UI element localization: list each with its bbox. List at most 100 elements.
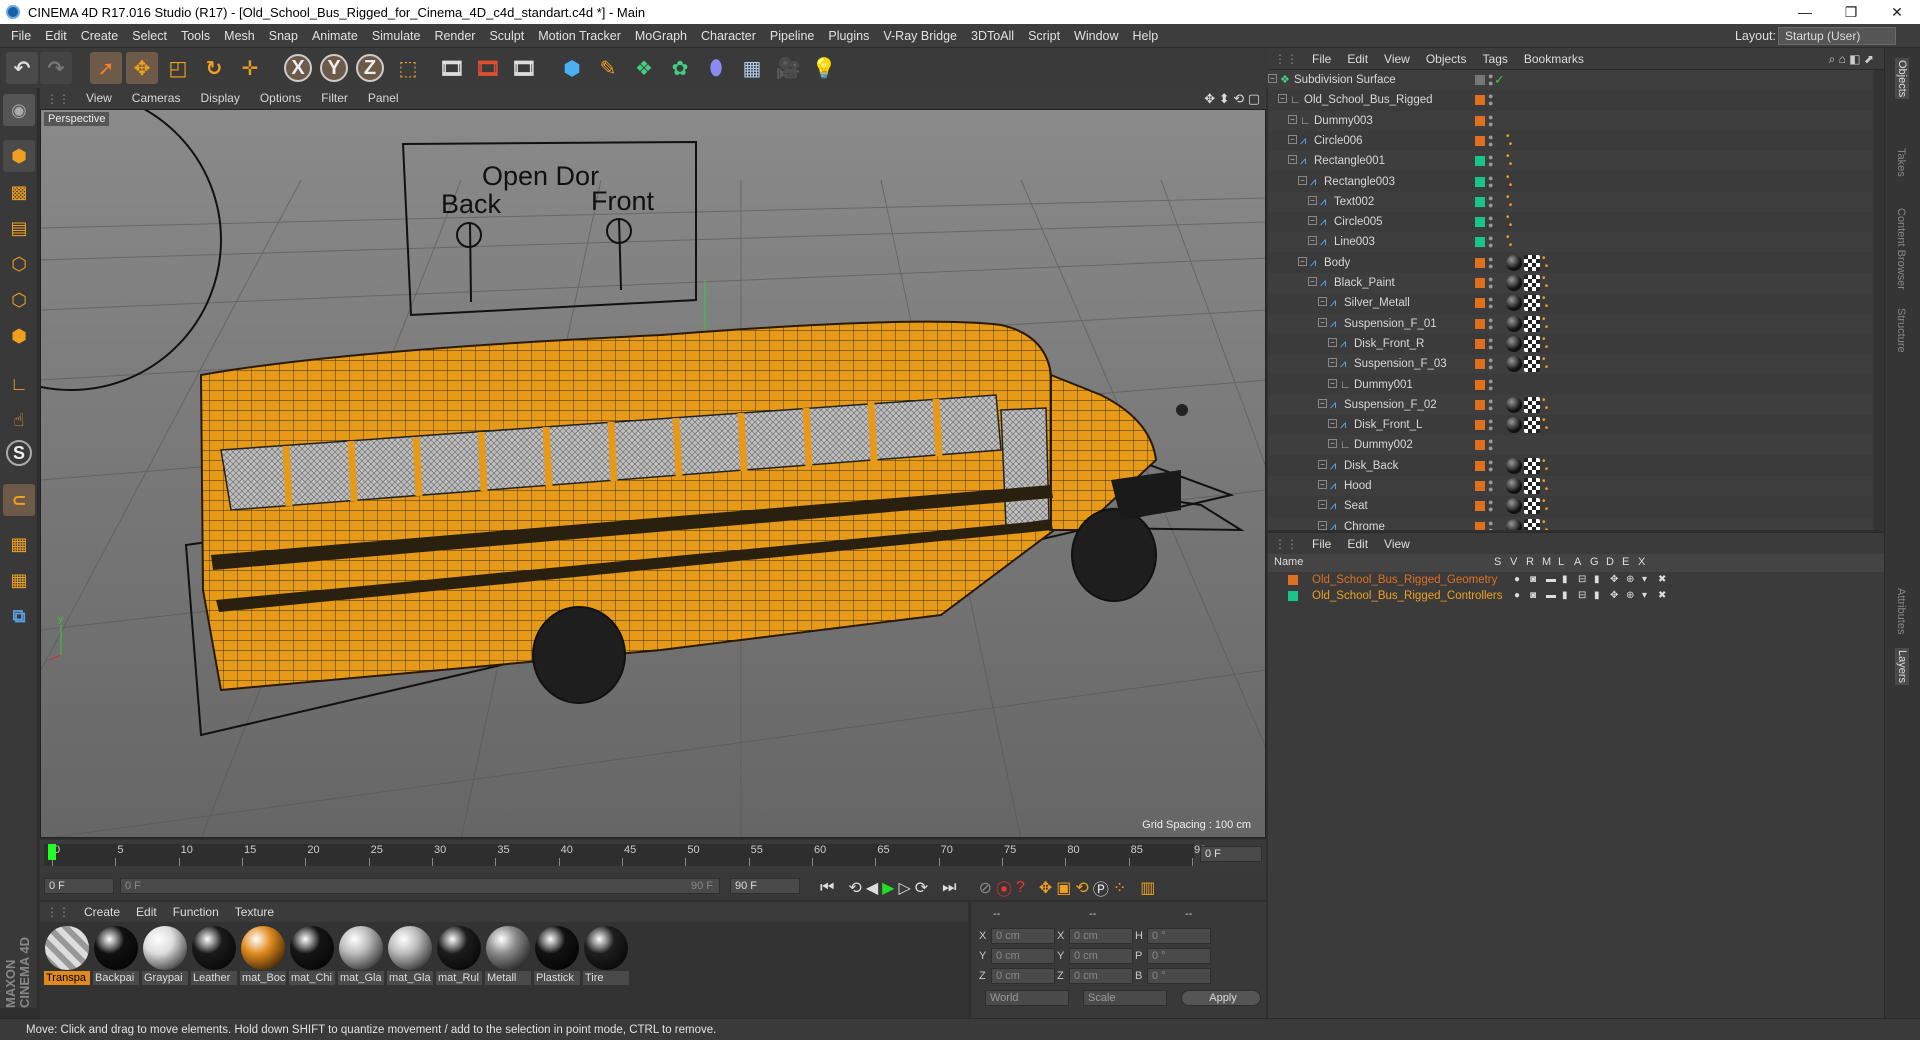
coordinate-mode-select[interactable]: World (985, 990, 1069, 1006)
object-row[interactable]: − ⩘ Rectangle003 ● ● • • (1268, 171, 1872, 192)
expand-toggle-icon[interactable]: − (1308, 277, 1317, 286)
side-tab-attributes[interactable]: Attributes (1895, 588, 1907, 634)
menu-tools[interactable]: Tools (174, 24, 217, 48)
snap-icon[interactable]: S (6, 440, 32, 466)
material-menu-function[interactable]: Function (165, 905, 227, 919)
material-menu-texture[interactable]: Texture (227, 905, 282, 919)
layer-toggle-icon[interactable]: ✖ (1658, 572, 1666, 588)
visibility-dots-icon[interactable]: ● ● (1488, 396, 1496, 412)
object-row[interactable]: − ⩘ Hood ● ● • • (1268, 476, 1872, 496)
visibility-dots-icon[interactable]: ● ● (1488, 478, 1496, 494)
edges-mode-icon[interactable]: ⬡ (3, 284, 35, 316)
magnet-icon[interactable]: ⊂ (3, 484, 35, 516)
maximize-button[interactable]: ❐ (1828, 0, 1874, 24)
coordinate-system-icon[interactable]: ⬚ (392, 52, 424, 84)
layer-column-a[interactable]: A (1574, 556, 1581, 568)
expand-toggle-icon[interactable]: − (1328, 419, 1337, 429)
object-menu-bookmarks[interactable]: Bookmarks (1516, 48, 1592, 70)
coordinate-value-field[interactable]: 0 cm (991, 968, 1055, 984)
material-tag-icon[interactable] (1506, 478, 1522, 494)
uvw-tag-icon[interactable] (1524, 478, 1540, 494)
object-row[interactable]: − ⩘ Suspension_F_01 ● ● • • (1268, 313, 1872, 334)
viewport-menu-filter[interactable]: Filter (311, 88, 358, 109)
uvw-tag-icon[interactable] (1524, 356, 1540, 373)
material-tag-icon[interactable] (1506, 356, 1522, 373)
texture-mode-icon[interactable]: ▩ (3, 176, 35, 208)
key-parameter-icon[interactable]: Ⓟ (1093, 876, 1109, 900)
phong-tag-icon[interactable]: • • (1542, 334, 1558, 352)
object-menu-objects[interactable]: Objects (1418, 48, 1475, 70)
axis-mode-icon[interactable]: ∟ (3, 368, 35, 400)
material-tag-icon[interactable] (1506, 335, 1522, 352)
layer-column-x[interactable]: X (1638, 556, 1645, 568)
layer-toggle-icon[interactable]: ▮ (1562, 588, 1568, 604)
undo-icon[interactable]: ↶ (6, 52, 38, 84)
object-row[interactable]: − ⩘ Circle005 ● ● • • (1268, 212, 1872, 233)
xpresso-tag-icon[interactable]: • • (1506, 152, 1522, 170)
visibility-dots-icon[interactable]: ● ● (1488, 518, 1496, 530)
object-row[interactable]: − ⩘ Suspension_F_02 ● ● • • (1268, 394, 1872, 415)
menu-character[interactable]: Character (694, 24, 763, 48)
expand-toggle-icon[interactable]: − (1328, 439, 1337, 449)
y-axis-lock-button[interactable]: Y (320, 54, 348, 82)
expand-toggle-icon[interactable]: − (1288, 134, 1297, 144)
visibility-dots-icon[interactable]: ● ● (1488, 437, 1496, 453)
menu-v-ray-bridge[interactable]: V-Ray Bridge (876, 24, 964, 48)
visibility-dots-icon[interactable]: ● ● (1488, 112, 1496, 128)
viewport-menu-options[interactable]: Options (250, 88, 311, 109)
next-frame-icon[interactable]: ▷ (898, 878, 910, 898)
object-menu-tags[interactable]: Tags (1475, 48, 1516, 70)
expand-toggle-icon[interactable]: − (1318, 520, 1327, 530)
layer-toggle-icon[interactable]: ⊕ (1626, 572, 1634, 588)
material-tag-icon[interactable] (1506, 518, 1522, 530)
layer-color-swatch[interactable] (1475, 481, 1485, 491)
layer-toggle-icon[interactable]: ⊕ (1626, 588, 1634, 604)
cube-primitive-icon[interactable]: ⬢ (556, 52, 588, 84)
visibility-dots-icon[interactable]: ● ● (1488, 275, 1496, 291)
apply-button[interactable]: Apply (1181, 990, 1261, 1006)
layer-color-swatch[interactable] (1475, 379, 1485, 390)
menu-mograph[interactable]: MoGraph (628, 24, 694, 48)
layer-toggle-icon[interactable]: ◙ (1530, 572, 1536, 588)
layer-row[interactable]: Old_School_Bus_Rigged_Controllers ● ◙ ▬ ▮ ⊟ ▮ ✥… (1268, 588, 1884, 604)
viewport-menu-view[interactable]: View (76, 88, 122, 109)
phong-tag-icon[interactable]: • • (1542, 395, 1558, 413)
pen-spline-icon[interactable]: ✎ (592, 52, 624, 84)
record-keys-icon[interactable]: ⊘ (979, 878, 992, 898)
visibility-dots-icon[interactable]: ● ● (1488, 173, 1496, 189)
phong-tag-icon[interactable]: • • (1542, 355, 1558, 373)
x-axis-lock-button[interactable]: X (284, 54, 312, 82)
layer-column-e[interactable]: E (1622, 556, 1629, 568)
frame-range-slider[interactable]: 0 F 90 F (120, 878, 720, 894)
object-menu-edit[interactable]: Edit (1339, 48, 1376, 70)
uvw-tag-icon[interactable] (1524, 396, 1540, 413)
menu-script[interactable]: Script (1021, 24, 1067, 48)
menu-simulate[interactable]: Simulate (365, 24, 428, 48)
key-position-icon[interactable]: ✥ (1039, 878, 1052, 898)
render-picture-viewer-icon[interactable]: 🎞 (472, 52, 504, 84)
camera-icon[interactable]: 🎥 (772, 52, 804, 84)
uvw-tag-icon[interactable] (1524, 498, 1540, 515)
material-swatch[interactable]: Metall (485, 926, 531, 986)
layer-column-d[interactable]: D (1606, 556, 1614, 568)
expand-toggle-icon[interactable]: − (1328, 358, 1337, 368)
expand-toggle-icon[interactable]: − (1318, 480, 1327, 489)
material-swatch[interactable]: Leather (191, 926, 237, 986)
material-swatch[interactable]: mat_Chi (289, 926, 335, 986)
layer-color-swatch[interactable] (1475, 359, 1485, 370)
material-swatch[interactable]: mat_Rul (436, 926, 482, 986)
object-row[interactable]: − ⩘ Seat ● ● • • (1268, 496, 1872, 517)
play-icon[interactable]: ▶ (882, 878, 894, 898)
object-row[interactable]: − ∟ Dummy002 ● ● (1268, 435, 1872, 456)
uvw-tag-icon[interactable] (1524, 518, 1540, 530)
menu-file[interactable]: File (4, 24, 38, 48)
redo-icon[interactable]: ↷ (40, 52, 72, 84)
uvw-tag-icon[interactable] (1524, 315, 1540, 332)
layer-color-swatch[interactable] (1475, 298, 1485, 309)
visibility-dots-icon[interactable]: ● ● (1488, 315, 1496, 331)
side-tab-takes[interactable]: Takes (1895, 148, 1907, 177)
side-tab-content-browser[interactable]: Content Browser (1895, 208, 1907, 290)
minimize-button[interactable]: — (1782, 0, 1828, 24)
layer-color-swatch[interactable] (1475, 399, 1485, 410)
timeline-ruler[interactable]: 051015202530354045505560657075808590 0 F (40, 840, 1266, 872)
